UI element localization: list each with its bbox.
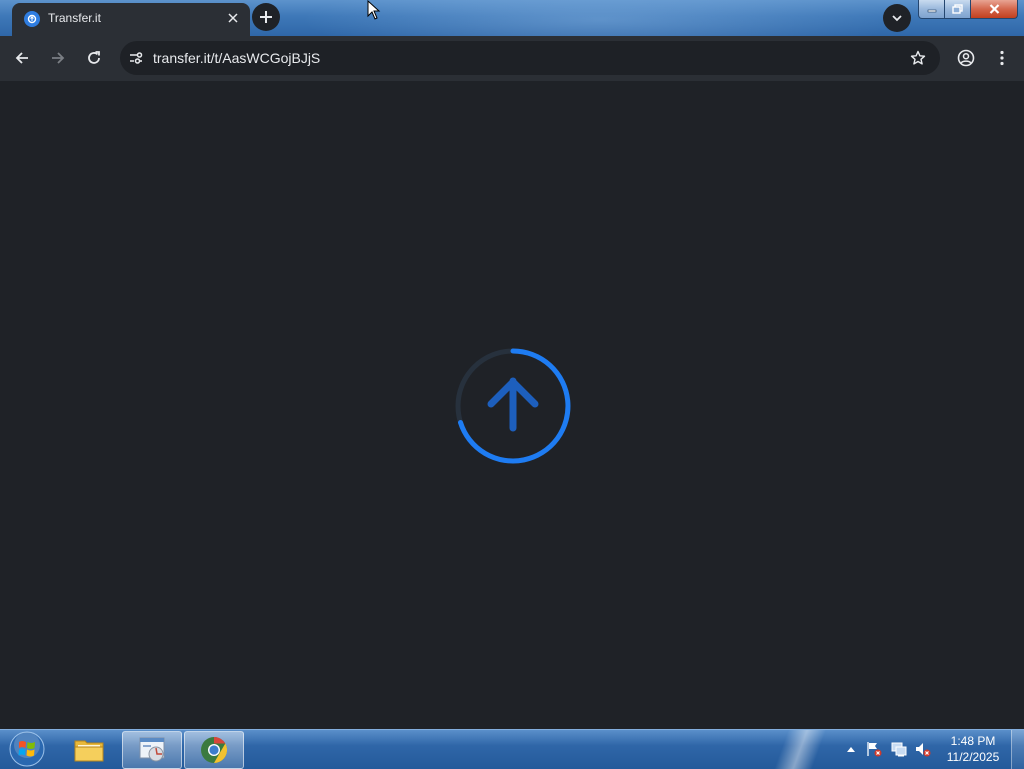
folder-icon (74, 740, 104, 762)
profile-button[interactable] (952, 44, 980, 72)
start-button[interactable] (7, 730, 47, 768)
show-hidden-icons-icon[interactable] (843, 741, 859, 757)
plus-icon (260, 11, 272, 23)
taskbar-clock[interactable]: 1:48 PM 11/2/2025 (940, 733, 1006, 765)
kebab-menu-icon (1000, 50, 1004, 66)
reload-icon (88, 51, 100, 64)
tab-search-button[interactable] (883, 4, 911, 32)
browser-title-bar: Transfer.it (0, 0, 1024, 36)
url-text: transfer.it/t/AasWCGojBJjS (153, 50, 321, 66)
action-center-flag-icon[interactable] (866, 741, 882, 757)
windows-taskbar: 1:48 PM 11/2/2025 (0, 729, 1024, 769)
chrome-icon (201, 736, 228, 764)
chevron-down-icon (892, 15, 902, 22)
close-window-button[interactable] (971, 0, 1018, 19)
clock-date: 11/2/2025 (946, 750, 1000, 764)
forward-button[interactable] (44, 44, 72, 72)
window-controls (918, 0, 1018, 19)
windows-logo-icon (9, 731, 45, 767)
network-icon[interactable] (891, 741, 907, 757)
upload-loader (452, 345, 574, 472)
upload-arrow-icon (455, 348, 571, 464)
reload-button[interactable] (80, 44, 108, 72)
transfer-it-favicon-icon (24, 11, 40, 27)
page-content (0, 81, 1024, 729)
aero-glass-highlight (300, 0, 900, 36)
volume-muted-icon[interactable] (915, 741, 931, 757)
taskbar-file-explorer[interactable] (60, 731, 118, 767)
mouse-cursor-icon (367, 0, 381, 25)
site-settings-icon[interactable] (124, 46, 148, 70)
tab-close-icon[interactable] (224, 9, 242, 27)
new-tab-button[interactable] (252, 3, 280, 31)
back-arrow-icon (15, 52, 28, 64)
browser-toolbar: transfer.it/t/AasWCGojBJjS (0, 36, 1024, 81)
address-bar[interactable]: transfer.it/t/AasWCGojBJjS (120, 41, 940, 75)
close-icon (989, 4, 999, 14)
taskbar-chrome[interactable] (184, 731, 244, 769)
control-panel-icon (139, 737, 165, 762)
clock-time: 1:48 PM (950, 734, 996, 748)
restore-icon (952, 4, 963, 14)
back-button[interactable] (8, 44, 36, 72)
bookmark-star-icon[interactable] (906, 46, 930, 70)
minimize-icon (927, 9, 936, 13)
show-desktop-button[interactable] (1011, 730, 1024, 769)
browser-menu-button[interactable] (988, 44, 1016, 72)
minimize-button[interactable] (918, 0, 945, 19)
tab-transfer-it[interactable]: Transfer.it (12, 3, 250, 36)
restore-button[interactable] (945, 0, 971, 19)
tab-title: Transfer.it (48, 11, 101, 25)
forward-arrow-icon (52, 52, 65, 64)
taskbar-control-panel[interactable] (122, 731, 182, 769)
taskbar-sheen (760, 730, 840, 769)
profile-icon (957, 49, 975, 67)
